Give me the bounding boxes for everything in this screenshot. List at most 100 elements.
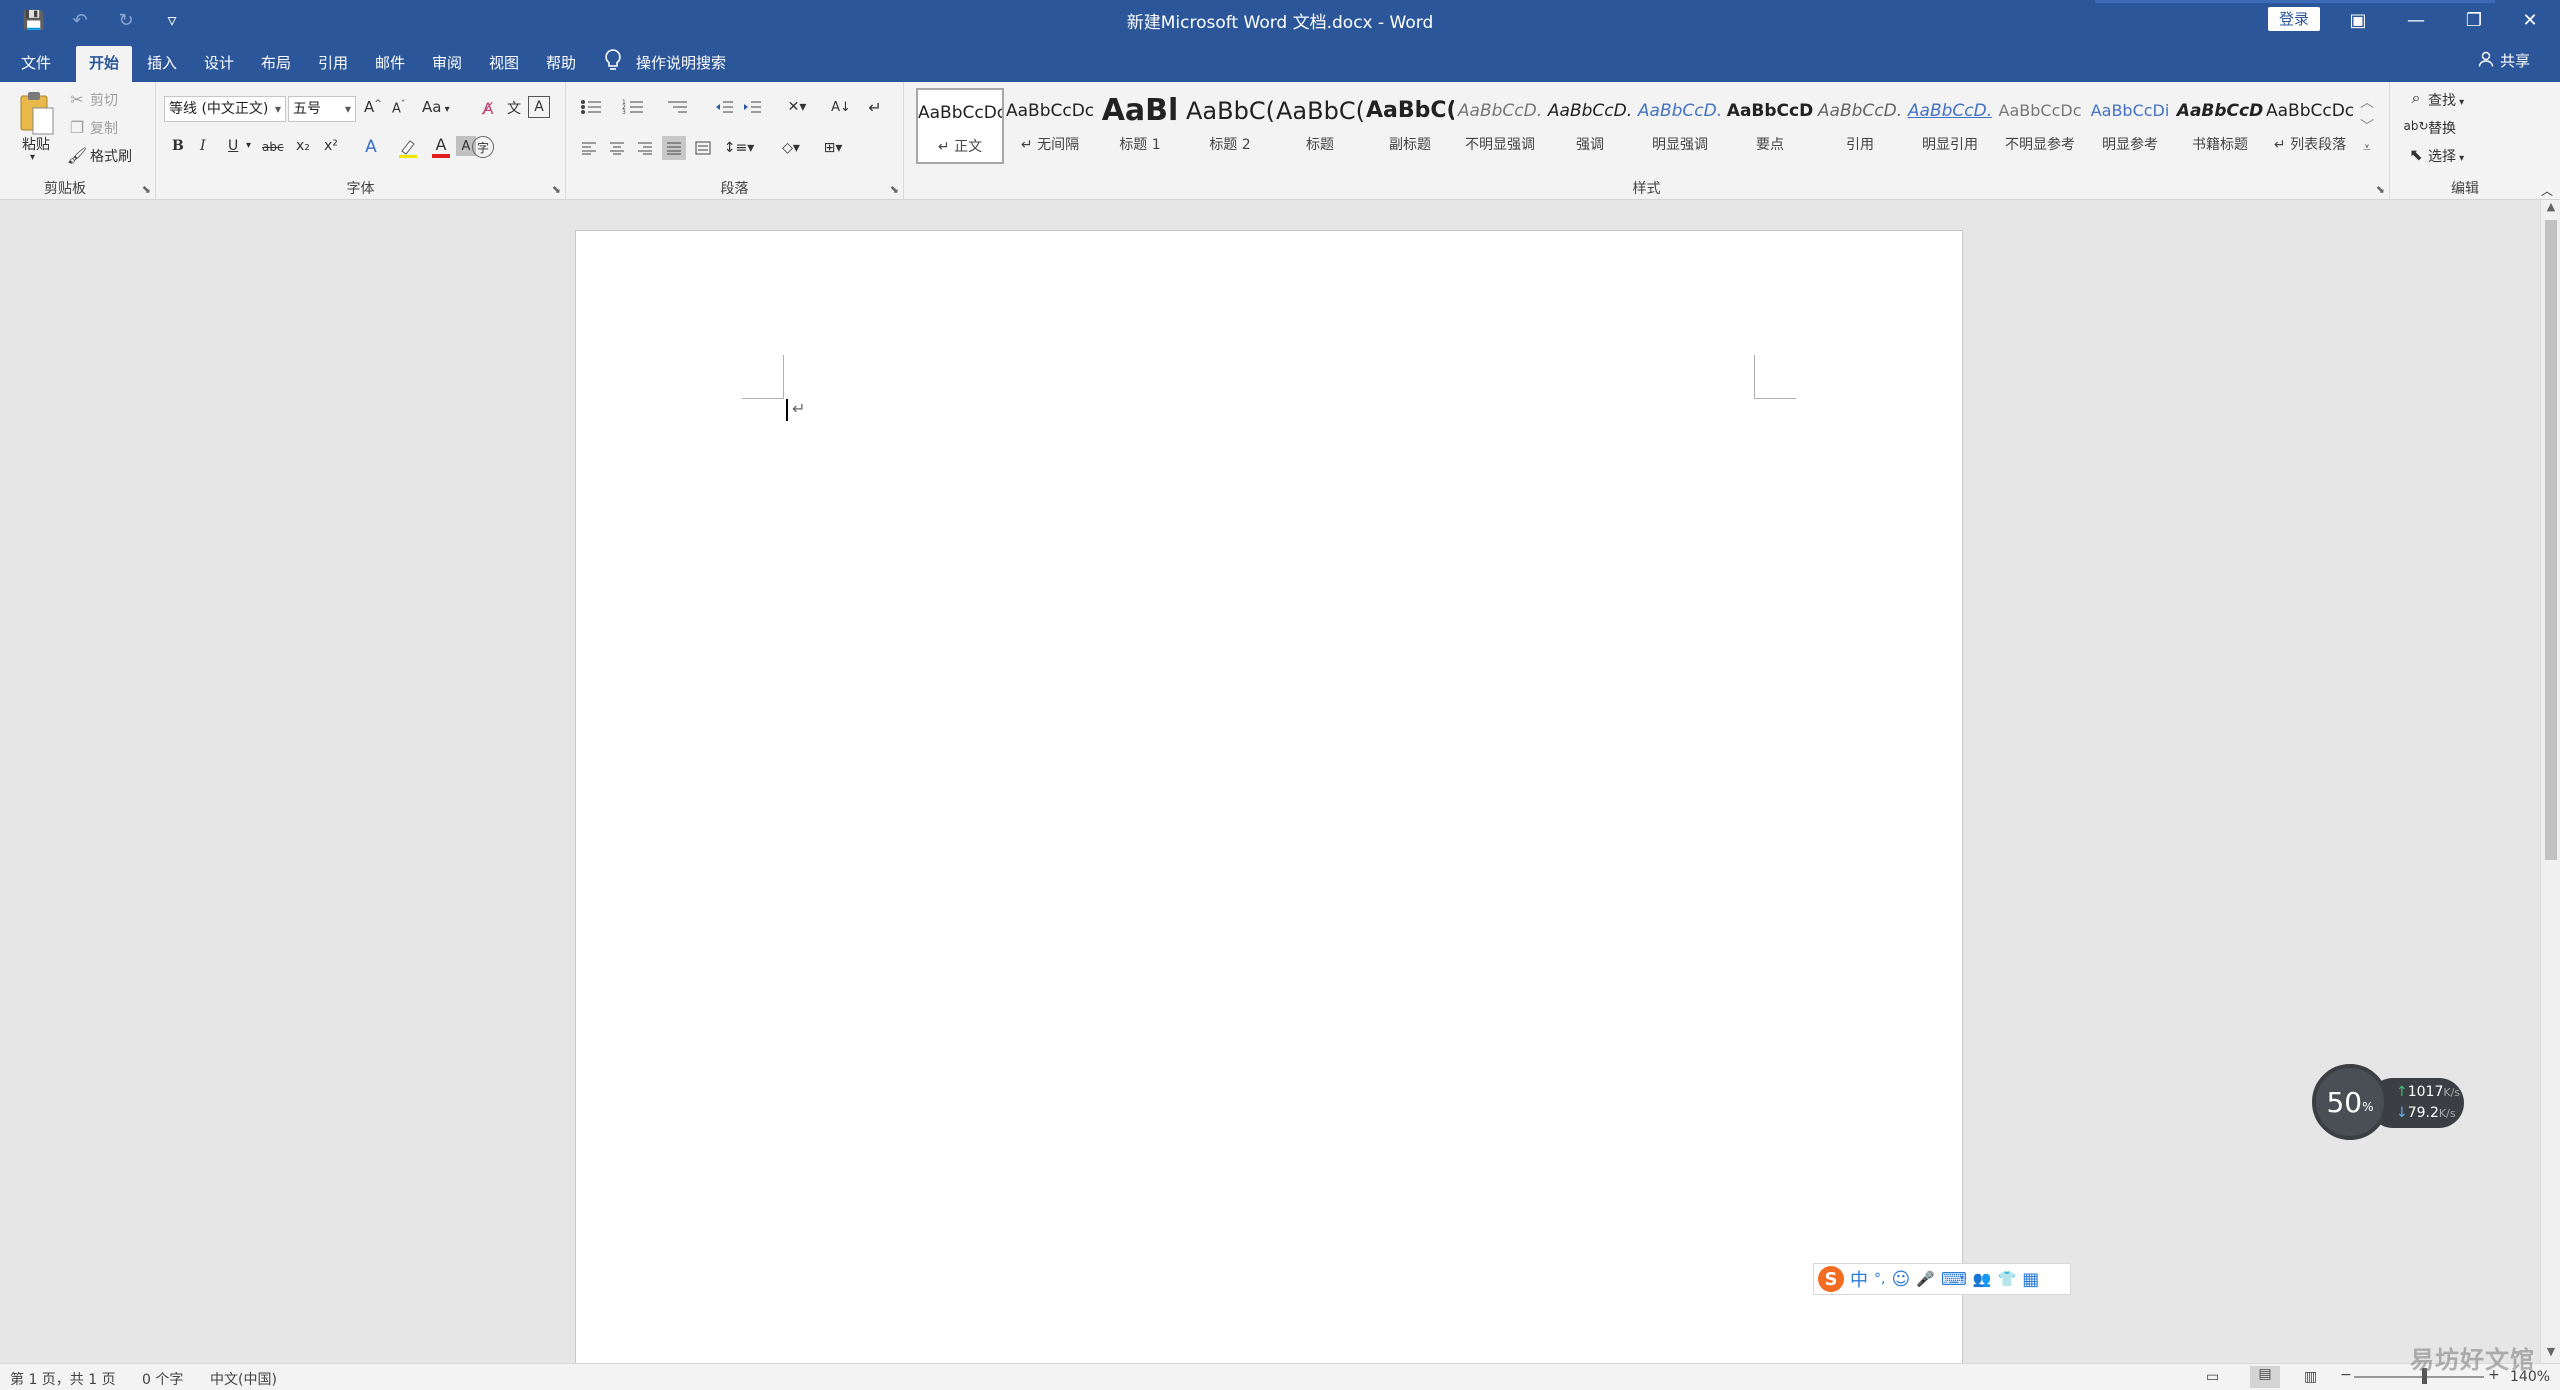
tab-help[interactable]: 帮助 — [533, 46, 589, 82]
font-color-icon[interactable]: A — [430, 134, 452, 160]
emoji-icon[interactable]: ☺ — [1891, 1269, 1910, 1290]
bold-button[interactable]: B — [172, 138, 184, 154]
user-icon[interactable]: 👥 — [1973, 1270, 1992, 1288]
style-title[interactable]: AaBbC( 标题 — [1276, 88, 1364, 164]
align-left-icon[interactable] — [578, 138, 600, 158]
restore-button[interactable]: ❐ — [2446, 0, 2502, 40]
strikethrough-button[interactable]: abc — [262, 140, 284, 154]
show-hide-marks-icon[interactable]: ↵ — [864, 96, 886, 118]
paste-dropdown-arrow-icon[interactable]: ▾ — [30, 152, 35, 163]
sort-icon[interactable]: A↓ — [830, 96, 852, 118]
font-family-select[interactable]: 等线 (中文正文) ▾ — [164, 96, 286, 122]
share-button[interactable]: 共享 — [2478, 50, 2530, 71]
minimize-button[interactable]: — — [2388, 0, 2444, 40]
style-no-spacing[interactable]: AaBbCcDc ↵ 无间隔 — [1006, 88, 1094, 164]
network-monitor-widget[interactable]: ↑1017K/s ↓79.2K/s 50% — [2312, 1064, 2464, 1140]
chinese-layout-icon[interactable]: ✕▾ — [782, 96, 812, 118]
style-emphasis[interactable]: AaBbCcD. 强调 — [1546, 88, 1634, 164]
multilevel-list-icon[interactable] — [664, 96, 690, 118]
keyboard-icon[interactable]: ⌨ — [1941, 1269, 1967, 1290]
phonetic-guide-icon[interactable]: 文 — [502, 96, 526, 120]
subscript-button[interactable]: x₂ — [296, 138, 310, 154]
increase-indent-icon[interactable] — [740, 96, 764, 118]
read-mode-icon[interactable]: ▭ — [2206, 1369, 2219, 1385]
distributed-icon[interactable] — [692, 138, 714, 158]
ime-punctuation-toggle[interactable]: °, — [1874, 1271, 1885, 1287]
shading-icon[interactable]: ◇▾ — [776, 138, 806, 158]
bullets-icon[interactable] — [578, 96, 604, 118]
format-painter-button[interactable]: 格式刷 — [90, 146, 132, 166]
style-subtitle[interactable]: AaBbC( 副标题 — [1366, 88, 1454, 164]
language-indicator[interactable]: 中文(中国) — [210, 1369, 277, 1389]
sogou-logo-icon[interactable]: S — [1818, 1266, 1844, 1292]
zoom-out-button[interactable]: − — [2340, 1367, 2352, 1383]
enclose-characters-icon[interactable]: 字 — [472, 136, 494, 158]
vertical-scrollbar[interactable]: ▲ ▼ — [2540, 200, 2560, 1363]
tab-review[interactable]: 审阅 — [419, 46, 475, 82]
tab-view[interactable]: 视图 — [476, 46, 532, 82]
align-center-icon[interactable] — [606, 138, 628, 158]
underline-button[interactable]: U — [228, 138, 238, 154]
ime-toolbar[interactable]: S 中 °, ☺ 🎤 ⌨ 👥 👕 ▦ — [1813, 1263, 2071, 1295]
scroll-up-icon[interactable]: ▲ — [2541, 200, 2560, 218]
style-heading-1[interactable]: AaBl 标题 1 — [1096, 88, 1184, 164]
toolbox-icon[interactable]: ▦ — [2022, 1269, 2039, 1290]
cut-button[interactable]: 剪切 — [90, 90, 118, 110]
style-subtle-emphasis[interactable]: AaBbCcD. 不明显强调 — [1456, 88, 1544, 164]
zoom-slider[interactable] — [2354, 1376, 2484, 1378]
microphone-icon[interactable]: 🎤 — [1916, 1270, 1935, 1288]
ribbon-display-options-button[interactable]: ▣ — [2330, 0, 2386, 40]
style-subtle-reference[interactable]: AaBbCcDc 不明显参考 — [1996, 88, 2084, 164]
page-count[interactable]: 第 1 页，共 1 页 — [10, 1369, 116, 1389]
web-layout-icon[interactable]: ▥ — [2304, 1369, 2317, 1385]
tab-file[interactable]: 文件 — [8, 46, 64, 82]
borders-icon[interactable]: ⊞▾ — [818, 138, 848, 158]
skin-icon[interactable]: 👕 — [1998, 1270, 2017, 1288]
ime-mode-toggle[interactable]: 中 — [1850, 1266, 1868, 1292]
align-right-icon[interactable] — [634, 138, 656, 158]
word-count[interactable]: 0 个字 — [142, 1369, 183, 1389]
style-intense-reference[interactable]: AaBbCcDi 明显参考 — [2086, 88, 2174, 164]
italic-button[interactable]: I — [200, 138, 206, 154]
shrink-font-button[interactable]: Aˇ — [392, 100, 405, 116]
numbering-icon[interactable]: 123 — [620, 96, 646, 118]
style-intense-quote[interactable]: AaBbCcD. 明显引用 — [1906, 88, 1994, 164]
font-size-select[interactable]: 五号 ▾ — [288, 96, 356, 122]
styles-launcher-icon[interactable]: ⬊ — [2376, 183, 2385, 196]
select-button[interactable]: 选择 ▾ — [2428, 146, 2464, 166]
clipboard-launcher-icon[interactable]: ⬊ — [142, 183, 151, 196]
style-list-paragraph[interactable]: AaBbCcDc ↵ 列表段落 — [2266, 88, 2354, 164]
tab-home[interactable]: 开始 — [76, 46, 133, 82]
line-spacing-icon[interactable]: ↕≡▾ — [724, 138, 755, 158]
grow-font-button[interactable]: A^ — [364, 98, 382, 116]
replace-button[interactable]: 替换 — [2428, 118, 2456, 138]
paste-icon[interactable] — [14, 88, 60, 138]
paste-label[interactable]: 粘贴 — [22, 134, 50, 154]
underline-dropdown-icon[interactable]: ▾ — [246, 140, 251, 151]
style-heading-2[interactable]: AaBbC( 标题 2 — [1186, 88, 1274, 164]
gallery-scroll-down-icon[interactable]: ﹀ — [2356, 116, 2378, 138]
tab-insert[interactable]: 插入 — [134, 46, 190, 82]
collapse-ribbon-icon[interactable]: ︿ — [2538, 182, 2556, 198]
superscript-button[interactable]: x² — [324, 138, 338, 154]
style-quote[interactable]: AaBbCcD. 引用 — [1816, 88, 1904, 164]
tab-references[interactable]: 引用 — [305, 46, 361, 82]
login-button[interactable]: 登录 — [2268, 7, 2320, 31]
style-book-title[interactable]: AaBbCcD 书籍标题 — [2176, 88, 2264, 164]
tab-layout[interactable]: 布局 — [248, 46, 304, 82]
style-intense-emphasis[interactable]: AaBbCcD. 明显强调 — [1636, 88, 1724, 164]
scrollbar-thumb[interactable] — [2545, 220, 2557, 860]
gallery-more-icon[interactable]: ⩡ — [2356, 140, 2378, 162]
tab-mailings[interactable]: 邮件 — [362, 46, 418, 82]
highlight-color-icon[interactable] — [396, 136, 420, 160]
print-layout-icon[interactable]: ▤ — [2250, 1366, 2280, 1388]
style-strong[interactable]: AaBbCcD 要点 — [1726, 88, 1814, 164]
scroll-down-icon[interactable]: ▼ — [2541, 1345, 2560, 1363]
justify-icon[interactable] — [662, 136, 686, 160]
text-effects-icon[interactable]: A — [360, 136, 382, 158]
close-button[interactable]: ✕ — [2502, 0, 2558, 40]
clear-formatting-icon[interactable]: A̸ — [476, 96, 500, 120]
copy-button[interactable]: 复制 — [90, 118, 118, 138]
tab-design[interactable]: 设计 — [191, 46, 247, 82]
find-button[interactable]: 查找 ▾ — [2428, 90, 2464, 110]
